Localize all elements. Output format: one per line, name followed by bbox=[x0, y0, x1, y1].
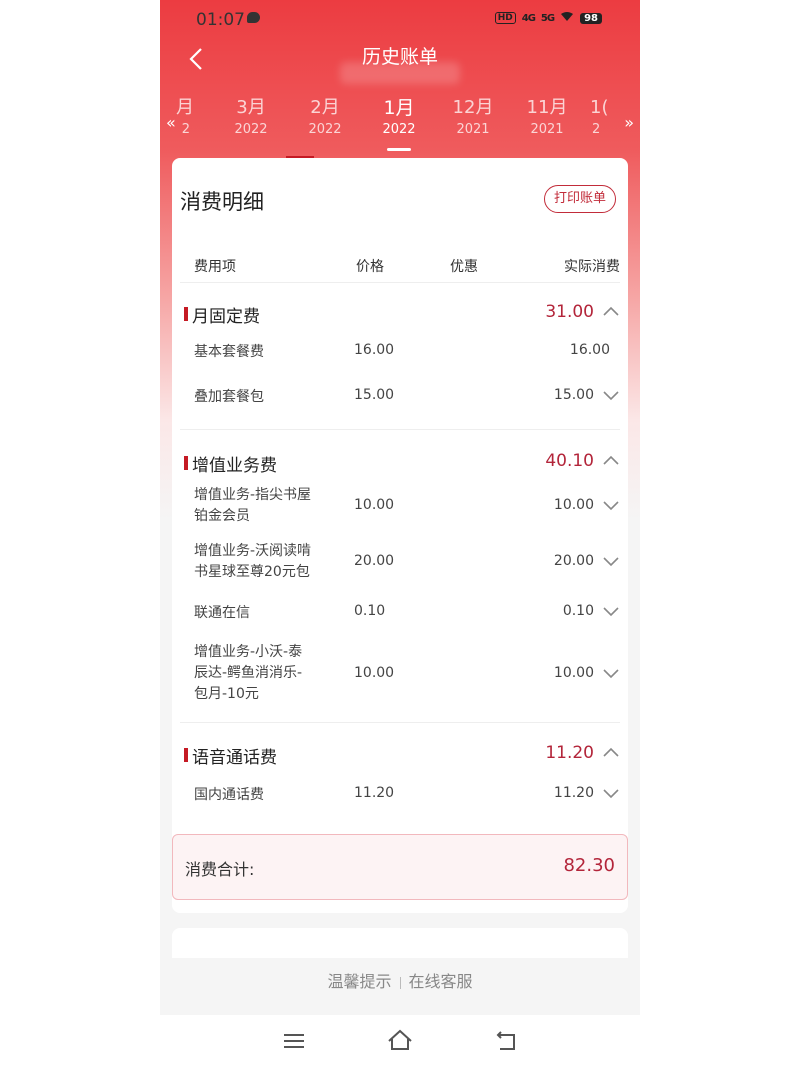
chevron-down-icon[interactable] bbox=[602, 665, 620, 687]
month-selector: « 月 2 3月 2022 2月 2022 1月 2022 12月 2021 1… bbox=[160, 96, 640, 158]
table-row[interactable]: 联通在信 0.10 0.10 bbox=[180, 603, 620, 625]
signal-5g-icon: 5G bbox=[540, 12, 555, 24]
status-bar: 01:07 HD 4G 5G 98 bbox=[160, 0, 640, 36]
table-row[interactable]: 增值业务-沃阅读啃 书星球至尊20元包 20.00 20.00 bbox=[180, 541, 620, 585]
section-marker bbox=[184, 456, 188, 470]
divider bbox=[399, 976, 401, 989]
month-tab[interactable]: 3月 2022 bbox=[216, 96, 286, 140]
section-total: 31.00 bbox=[545, 302, 594, 322]
secondary-card bbox=[172, 928, 628, 958]
chevron-down-icon[interactable] bbox=[602, 387, 620, 409]
home-icon[interactable] bbox=[386, 1027, 414, 1055]
section-label: 月固定费 bbox=[192, 307, 260, 327]
signal-4g-icon: 4G bbox=[521, 12, 536, 24]
table-row[interactable]: 增值业务-小沃-泰 辰达-鳄鱼消消乐- 包月-10元 10.00 10.00 bbox=[180, 642, 620, 708]
month-tab[interactable]: 12月 2021 bbox=[438, 96, 508, 140]
section-voice-calls[interactable]: 语音通话费 11.20 bbox=[180, 741, 620, 771]
chevron-down-icon[interactable] bbox=[602, 785, 620, 807]
section-value-added[interactable]: 增值业务费 40.10 bbox=[180, 449, 620, 479]
detail-title: 消费明细 bbox=[180, 190, 264, 214]
tips-link[interactable]: 温馨提示 bbox=[327, 972, 391, 991]
month-tab-active[interactable]: 1月 2022 bbox=[364, 96, 434, 151]
section-total: 11.20 bbox=[545, 743, 594, 763]
chevron-right-icon[interactable]: » bbox=[624, 113, 634, 132]
column-price: 价格 bbox=[356, 259, 384, 275]
phone-screen: 01:07 HD 4G 5G 98 历史账单 « 月 2 3月 2022 2月 bbox=[160, 0, 640, 1067]
section-marker bbox=[184, 748, 188, 762]
month-tab-partial-left[interactable]: 月 2 bbox=[160, 96, 208, 140]
table-row[interactable]: 增值业务-指尖书屋 铂金会员 10.00 10.00 bbox=[180, 485, 620, 529]
detail-card: 消费明细 打印账单 费用项 价格 优惠 实际消费 月固定费 31.00 基本套餐… bbox=[172, 158, 628, 913]
divider bbox=[180, 722, 620, 723]
table-row: 基本套餐费 16.00 16.00 bbox=[194, 342, 610, 360]
column-discount: 优惠 bbox=[450, 259, 478, 275]
chevron-down-icon[interactable] bbox=[602, 553, 620, 575]
table-header: 费用项 价格 优惠 实际消费 bbox=[180, 248, 620, 283]
chevron-up-icon[interactable] bbox=[602, 743, 620, 767]
table-row[interactable]: 国内通话费 11.20 11.20 bbox=[180, 785, 620, 807]
section-marker bbox=[184, 307, 188, 321]
column-actual: 实际消费 bbox=[564, 259, 620, 275]
total-summary: 消费合计: 82.30 bbox=[172, 834, 628, 900]
section-monthly-fixed[interactable]: 月固定费 31.00 bbox=[180, 300, 620, 330]
total-value: 82.30 bbox=[563, 855, 615, 876]
menu-icon[interactable] bbox=[280, 1027, 308, 1055]
section-label: 语音通话费 bbox=[192, 748, 277, 768]
chevron-up-icon[interactable] bbox=[602, 302, 620, 326]
month-tab[interactable]: 2月 2022 bbox=[290, 96, 360, 140]
system-nav-bar bbox=[160, 1015, 640, 1067]
status-icons: HD 4G 5G 98 bbox=[494, 11, 602, 25]
divider bbox=[180, 429, 620, 430]
online-service-link[interactable]: 在线客服 bbox=[409, 972, 473, 991]
month-tab[interactable]: 11月 2021 bbox=[512, 96, 582, 140]
print-bill-button[interactable]: 打印账单 bbox=[543, 185, 616, 213]
chevron-up-icon[interactable] bbox=[602, 451, 620, 475]
back-icon[interactable] bbox=[492, 1027, 520, 1055]
section-label: 增值业务费 bbox=[192, 456, 277, 476]
column-item: 费用项 bbox=[194, 259, 236, 275]
battery-icon: 98 bbox=[580, 12, 602, 24]
message-notification-icon bbox=[247, 12, 260, 23]
section-total: 40.10 bbox=[545, 451, 594, 471]
month-tab-partial-right[interactable]: 1( 2 bbox=[578, 96, 618, 140]
status-time: 01:07 bbox=[196, 10, 245, 30]
total-label: 消费合计: bbox=[185, 860, 255, 879]
hd-icon: HD bbox=[494, 12, 516, 24]
footer-links: 温馨提示 在线客服 bbox=[160, 968, 640, 992]
redacted-area bbox=[340, 62, 460, 84]
chevron-down-icon[interactable] bbox=[602, 603, 620, 625]
wifi-icon bbox=[560, 11, 574, 25]
chevron-down-icon[interactable] bbox=[602, 497, 620, 519]
table-row[interactable]: 叠加套餐包 15.00 15.00 bbox=[180, 387, 620, 409]
